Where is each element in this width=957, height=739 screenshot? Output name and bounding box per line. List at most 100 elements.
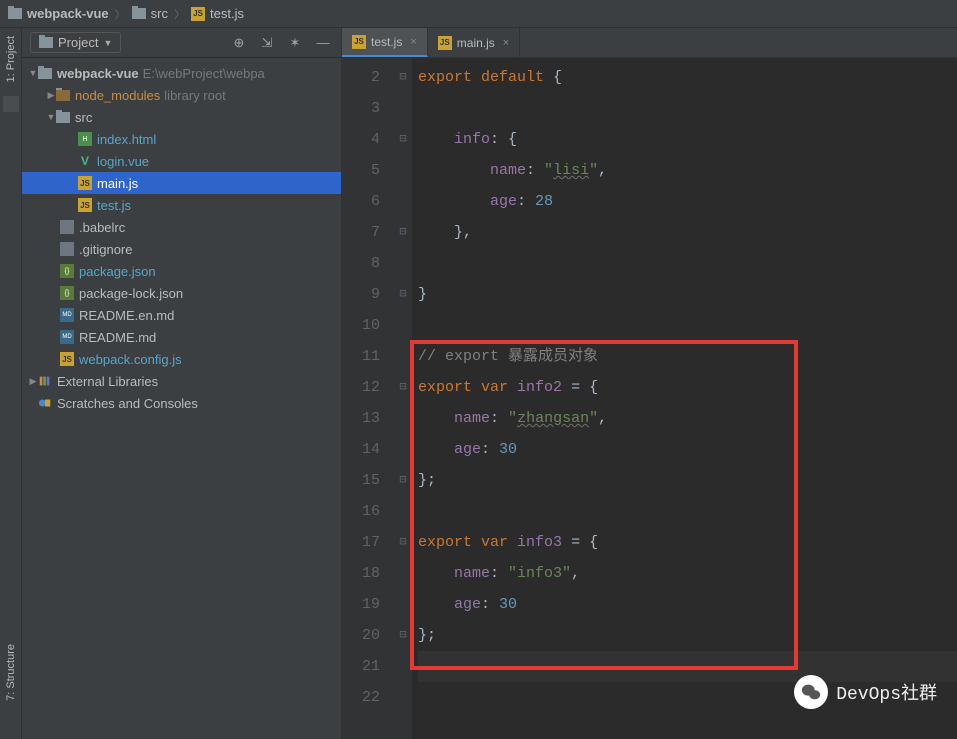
code-content[interactable]: export default { info: { name: "lisi", a… <box>412 58 957 739</box>
tree-scratches[interactable]: Scratches and Consoles <box>22 392 341 414</box>
line-number: 4 <box>342 124 380 155</box>
tree-src-folder[interactable]: ▼ src <box>22 106 341 128</box>
code-line[interactable]: } <box>418 279 957 310</box>
file-icon <box>60 220 74 234</box>
tree-file-index-html[interactable]: index.html <box>22 128 341 150</box>
code-line[interactable] <box>418 248 957 279</box>
breadcrumb-folder[interactable]: src <box>132 6 168 21</box>
file-label: package.json <box>79 264 156 279</box>
watermark: DevOps社群 <box>794 675 937 709</box>
code-line[interactable]: name: "lisi", <box>418 155 957 186</box>
expand-arrow-icon: ▼ <box>28 68 38 78</box>
editor-tab[interactable]: main.js × <box>428 28 520 57</box>
chevron-right-icon: 〉 <box>115 6 126 22</box>
code-line[interactable] <box>418 310 957 341</box>
fold-marker[interactable]: ⊟ <box>394 217 412 248</box>
src-label: src <box>75 110 92 125</box>
gear-icon[interactable]: ✶ <box>285 33 305 53</box>
fold-marker <box>394 310 412 341</box>
tree-file-webpack-config[interactable]: webpack.config.js <box>22 348 341 370</box>
tree-file-main-js[interactable]: main.js <box>22 172 341 194</box>
js-file-icon <box>60 352 74 366</box>
code-line[interactable]: export default { <box>418 62 957 93</box>
line-number: 14 <box>342 434 380 465</box>
node-modules-hint: library root <box>164 88 225 103</box>
js-file-icon <box>78 176 92 190</box>
line-number: 2 <box>342 62 380 93</box>
wechat-icon <box>794 675 828 709</box>
tree-root-label: webpack-vue <box>57 66 139 81</box>
fold-marker[interactable]: ⊟ <box>394 279 412 310</box>
tree-file-readme-en[interactable]: README.en.md <box>22 304 341 326</box>
sidebar-header: Project ▼ ⊕ ⇲ ✶ — <box>22 28 341 58</box>
tab-label: test.js <box>371 35 402 49</box>
folder-icon <box>56 90 70 101</box>
project-view-label: Project <box>58 35 98 50</box>
tree-file-babelrc[interactable]: .babelrc <box>22 216 341 238</box>
tree-node-modules[interactable]: ▶ node_modules library root <box>22 84 341 106</box>
tree-file-readme[interactable]: README.md <box>22 326 341 348</box>
code-line[interactable]: }, <box>418 217 957 248</box>
locate-icon[interactable]: ⊕ <box>229 33 249 53</box>
fold-marker <box>394 93 412 124</box>
line-number: 9 <box>342 279 380 310</box>
line-number: 18 <box>342 558 380 589</box>
folder-icon <box>39 37 53 48</box>
expand-icon[interactable]: ⇲ <box>257 33 277 53</box>
structure-tool-tab[interactable]: 7: Structure <box>2 636 20 709</box>
md-file-icon <box>60 330 74 344</box>
file-label: .gitignore <box>79 242 132 257</box>
tree-file-test-js[interactable]: test.js <box>22 194 341 216</box>
md-file-icon <box>60 308 74 322</box>
tool-square-icon[interactable] <box>3 96 19 112</box>
code-line[interactable]: info: { <box>418 124 957 155</box>
left-tool-gutter: 1: Project 7: Structure <box>0 28 22 739</box>
fold-marker[interactable]: ⊟ <box>394 124 412 155</box>
tree-file-package-lock[interactable]: package-lock.json <box>22 282 341 304</box>
line-number-gutter: 2345678910111213141516171819202122 <box>342 58 394 739</box>
project-tool-tab[interactable]: 1: Project <box>2 28 20 90</box>
line-number: 22 <box>342 682 380 713</box>
js-file-icon <box>78 198 92 212</box>
code-line[interactable] <box>418 93 957 124</box>
editor-tab[interactable]: test.js × <box>342 28 428 57</box>
editor-tabs: test.js × main.js × <box>342 28 957 58</box>
json-file-icon <box>60 286 74 300</box>
vue-file-icon <box>78 154 92 168</box>
file-label: login.vue <box>97 154 149 169</box>
project-view-selector[interactable]: Project ▼ <box>30 32 121 53</box>
tree-file-login-vue[interactable]: login.vue <box>22 150 341 172</box>
line-number: 19 <box>342 589 380 620</box>
collapse-arrow-icon: ▶ <box>28 376 38 387</box>
tree-file-package-json[interactable]: package.json <box>22 260 341 282</box>
watermark-text: DevOps社群 <box>836 679 937 705</box>
tree-root[interactable]: ▼ webpack-vue E:\webProject\webpa <box>22 62 341 84</box>
close-icon[interactable]: × <box>503 37 509 49</box>
breadcrumb-root[interactable]: webpack-vue <box>8 6 109 21</box>
breadcrumb-folder-label: src <box>151 6 168 21</box>
tree-external-libraries[interactable]: ▶ External Libraries <box>22 370 341 392</box>
fold-marker <box>394 155 412 186</box>
fold-marker <box>394 248 412 279</box>
annotation-highlight-box <box>410 340 798 670</box>
breadcrumb-root-label: webpack-vue <box>27 6 109 21</box>
file-label: README.en.md <box>79 308 174 323</box>
line-number: 3 <box>342 93 380 124</box>
editor-area: test.js×main.js× 23456789101112131415161… <box>342 28 957 739</box>
js-file-icon <box>191 7 205 21</box>
close-icon[interactable]: × <box>410 36 416 48</box>
collapse-arrow-icon: ▶ <box>46 90 56 101</box>
code-line[interactable]: age: 28 <box>418 186 957 217</box>
editor-body[interactable]: 2345678910111213141516171819202122 ⊟⊟⊟⊟⊟… <box>342 58 957 739</box>
folder-icon <box>56 112 70 123</box>
tree-root-path: E:\webProject\webpa <box>143 66 265 81</box>
scratches-icon <box>38 396 52 410</box>
tab-label: main.js <box>457 36 495 50</box>
file-label: .babelrc <box>79 220 125 235</box>
hide-icon[interactable]: — <box>313 33 333 53</box>
breadcrumb-file[interactable]: test.js <box>191 6 244 21</box>
tree-file-gitignore[interactable]: .gitignore <box>22 238 341 260</box>
library-icon <box>38 374 52 388</box>
line-number: 16 <box>342 496 380 527</box>
fold-marker[interactable]: ⊟ <box>394 62 412 93</box>
